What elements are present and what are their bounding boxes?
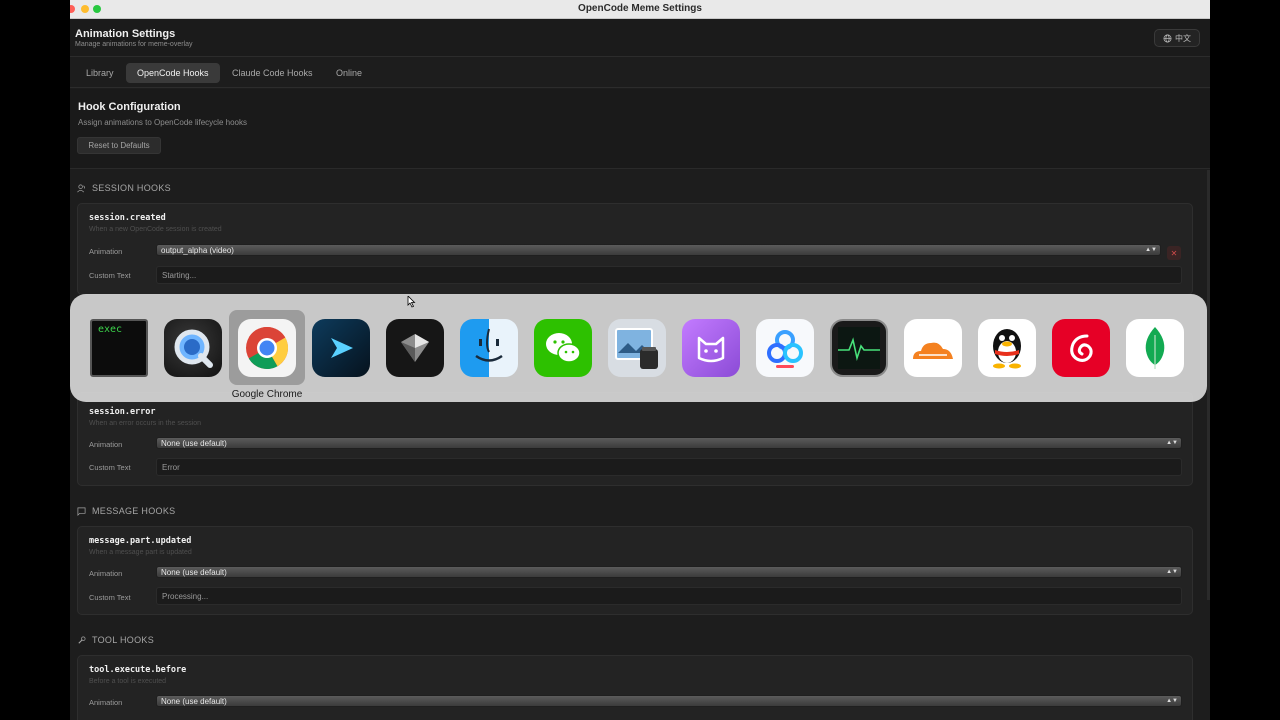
hook-configuration-title: Hook Configuration (78, 101, 181, 113)
select-arrows-icon: ▲▼ (1145, 246, 1157, 253)
app-switcher-item-activity-monitor[interactable] (821, 310, 897, 385)
app-switcher-item-cat-app[interactable] (673, 310, 749, 385)
reset-to-defaults-button[interactable]: Reset to Defaults (77, 137, 161, 154)
app-switcher-item-cube-app[interactable] (377, 310, 453, 385)
animation-select-value: None (use default) (161, 567, 227, 577)
animation-select[interactable]: None (use default) ▲▼ (156, 566, 1182, 578)
cube-app-icon (386, 319, 444, 377)
animation-label: Animation (89, 440, 123, 449)
app-switcher-item-mongodb[interactable] (1117, 310, 1193, 385)
clear-animation-button[interactable]: ✕ (1167, 246, 1181, 260)
hook-description: When a new OpenCode session is created (89, 226, 222, 233)
animation-select[interactable]: None (use default) ▲▼ (156, 695, 1182, 707)
animation-label: Animation (89, 247, 123, 256)
quicktime-icon (164, 319, 222, 377)
hook-configuration-subtitle: Assign animations to OpenCode lifecycle … (78, 118, 247, 127)
tab-bar: Library OpenCode Hooks Claude Code Hooks… (70, 58, 1210, 88)
custom-text-input[interactable]: Starting... (156, 266, 1182, 284)
app-switcher-item-wechat[interactable] (525, 310, 601, 385)
preview-icon (608, 319, 666, 377)
users-icon (77, 184, 85, 192)
terminal-exec-icon: exec (90, 319, 148, 377)
hook-name: session.error (89, 407, 156, 417)
animation-label: Animation (89, 698, 123, 707)
window-title: OpenCode Meme Settings (578, 3, 702, 14)
hook-description: When a message part is updated (89, 549, 192, 556)
select-arrows-icon: ▲▼ (1166, 568, 1178, 575)
google-chrome-icon (238, 319, 296, 377)
scrollbar[interactable] (1207, 170, 1210, 600)
app-switcher-item-baidu-netdisk[interactable] (747, 310, 823, 385)
tab-online[interactable]: Online (325, 63, 373, 83)
close-icon: ✕ (1170, 248, 1178, 258)
section-session-hooks-label: SESSION HOOKS (92, 183, 171, 193)
hook-description: Before a tool is executed (89, 678, 167, 685)
animation-select[interactable]: None (use default) ▲▼ (156, 437, 1182, 449)
tab-claude-code-hooks[interactable]: Claude Code Hooks (221, 63, 324, 83)
hook-card-message-part-updated: message.part.updated When a message part… (77, 526, 1193, 615)
app-switcher-item-qq[interactable] (969, 310, 1045, 385)
hook-card-session-created: session.created When a new OpenCode sess… (77, 203, 1193, 295)
app-switcher-item-terminal[interactable]: exec (81, 310, 157, 385)
custom-text-input[interactable]: Processing... (156, 587, 1182, 605)
section-tool-hooks-label: TOOL HOOKS (92, 635, 155, 645)
hook-name: tool.execute.before (89, 665, 187, 675)
baidu-netdisk-icon (756, 319, 814, 377)
custom-text-label: Custom Text (89, 463, 131, 472)
tab-opencode-hooks[interactable]: OpenCode Hooks (126, 63, 220, 83)
animation-select[interactable]: output_alpha (video) ▲▼ (156, 244, 1161, 256)
activity-monitor-icon (830, 319, 888, 377)
animation-select-value: None (use default) (161, 438, 227, 448)
message-icon (77, 507, 86, 516)
qq-penguin-icon (978, 319, 1036, 377)
app-switcher-item-cursor-app[interactable] (303, 310, 379, 385)
app-switcher-item-cloudflare[interactable] (895, 310, 971, 385)
section-session-hooks: SESSION HOOKS (77, 183, 171, 193)
page-subtitle: Manage animations for meme-overlay (75, 41, 193, 48)
animation-select-value: None (use default) (161, 696, 227, 706)
custom-text-label: Custom Text (89, 271, 131, 280)
section-message-hooks-label: MESSAGE HOOKS (92, 506, 176, 516)
cursor-arrow-app-icon (312, 319, 370, 377)
app-switcher-item-finder[interactable] (451, 310, 527, 385)
hook-card-tool-execute-before: tool.execute.before Before a tool is exe… (77, 655, 1193, 720)
terminal-exec-text: exec (98, 324, 123, 335)
wechat-icon (534, 319, 592, 377)
tab-library[interactable]: Library (75, 63, 125, 83)
netease-music-icon (1052, 319, 1110, 377)
app-switcher-item-google-chrome[interactable] (229, 310, 305, 385)
hook-description: When an error occurs in the session (89, 420, 202, 427)
app-switcher-selected-label: Google Chrome (231, 389, 303, 400)
hook-configuration-panel: Hook Configuration Assign animations to … (70, 89, 1210, 169)
animation-label: Animation (89, 569, 123, 578)
animation-select-value: output_alpha (video) (161, 245, 234, 255)
globe-icon (1163, 34, 1172, 42)
app-header: Animation Settings Manage animations for… (70, 19, 1210, 57)
app-switcher-item-quicktime[interactable] (155, 310, 231, 385)
custom-text-label: Custom Text (89, 593, 131, 602)
mouse-pointer-icon (407, 296, 416, 308)
hook-card-session-error: session.error When an error occurs in th… (77, 392, 1193, 486)
title-bar: OpenCode Meme Settings (70, 0, 1210, 19)
language-toggle-label: 中文 (1175, 33, 1191, 43)
custom-text-input[interactable]: Error (156, 458, 1182, 476)
section-message-hooks: MESSAGE HOOKS (77, 506, 175, 516)
finder-icon (460, 319, 518, 377)
app-switcher-item-preview[interactable] (599, 310, 675, 385)
mongodb-icon (1126, 319, 1184, 377)
app-switcher: exec Google Chrome (70, 294, 1207, 402)
app-switcher-item-netease-music[interactable] (1043, 310, 1119, 385)
language-toggle-button[interactable]: 中文 (1154, 29, 1200, 47)
wrench-icon (78, 636, 86, 644)
cat-app-icon (682, 319, 740, 377)
page-title: Animation Settings (75, 28, 176, 40)
section-tool-hooks: TOOL HOOKS (77, 635, 154, 645)
hook-name: session.created (89, 213, 166, 223)
cloudflare-icon (904, 319, 962, 377)
select-arrows-icon: ▲▼ (1166, 697, 1178, 704)
select-arrows-icon: ▲▼ (1166, 439, 1178, 446)
hook-name: message.part.updated (89, 536, 192, 546)
